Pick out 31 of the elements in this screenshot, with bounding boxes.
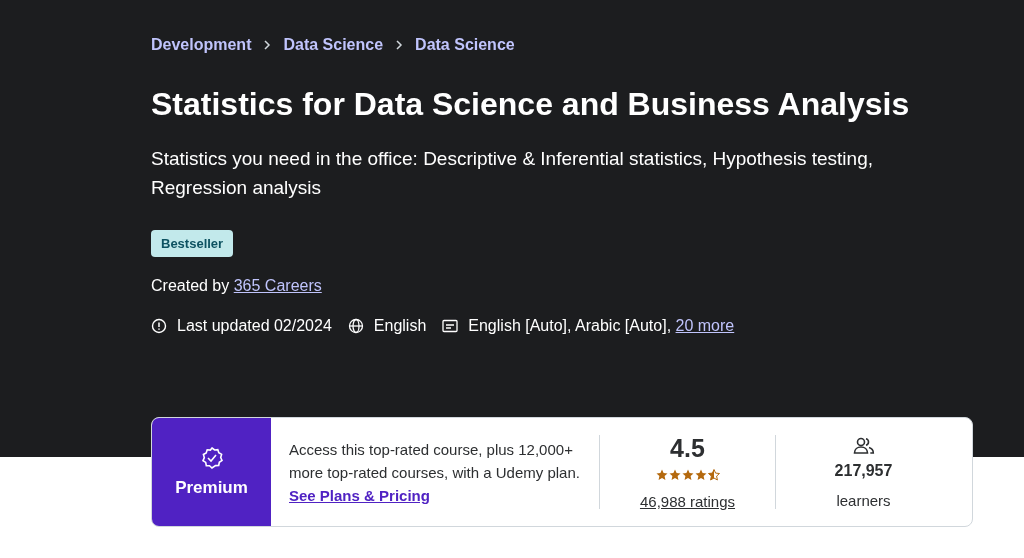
globe-icon xyxy=(347,318,364,334)
chevron-icon xyxy=(395,40,404,50)
rating-value: 4.5 xyxy=(670,434,705,463)
bestseller-badge: Bestseller xyxy=(151,230,234,257)
more-captions-link[interactable]: 20 more xyxy=(675,317,735,334)
alert-icon xyxy=(151,318,167,334)
language: English xyxy=(373,317,427,335)
star-icon xyxy=(694,469,707,481)
star-icon xyxy=(668,469,681,481)
author-link[interactable]: 365 Careers xyxy=(233,277,322,294)
course-subtitle: Statistics you need in the office: Descriptive & Inferential statistics, Hypothesis testing, Regression analysis xyxy=(151,147,874,200)
people-icon xyxy=(852,435,875,456)
breadcrumb-link[interactable]: Data Science xyxy=(415,36,515,54)
captions-list: English [Auto], Arabic [Auto], xyxy=(468,317,672,334)
premium-label: Premium xyxy=(175,478,248,498)
created-by-label: Created by xyxy=(151,277,230,294)
breadcrumb-link[interactable]: Data Science xyxy=(283,36,384,54)
badge-check-icon xyxy=(199,446,224,470)
ratings-count-link[interactable]: 46,988 ratings xyxy=(639,493,736,510)
premium-description: Access this top-rated course, plus 12,000+ more top-rated courses, with a Udemy plan. See Plans & Pricing xyxy=(289,439,581,506)
learners-count: 217,957 xyxy=(834,461,893,480)
captions-icon xyxy=(442,319,459,333)
star-icon xyxy=(681,469,694,481)
last-updated: Last updated 02/2024 xyxy=(177,317,332,335)
learners-label: learners xyxy=(836,491,891,509)
breadcrumb-link[interactable]: Development xyxy=(151,36,252,54)
chevron-icon xyxy=(263,40,272,50)
plans-pricing-link[interactable]: See Plans & Pricing xyxy=(289,486,430,504)
star-icon xyxy=(707,469,720,481)
course-title: Statistics for Data Science and Business Analysis xyxy=(151,85,911,124)
star-icon xyxy=(655,469,668,481)
